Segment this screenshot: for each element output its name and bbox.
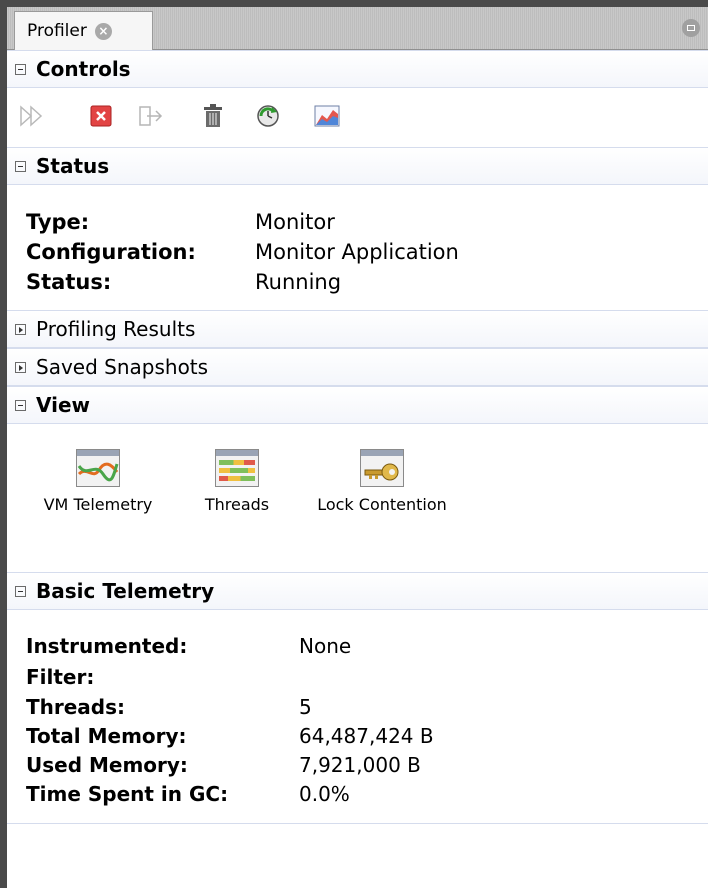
section-title: Profiling Results: [36, 317, 196, 341]
telemetry-used-memory-value: 7,921,000 B: [299, 753, 421, 777]
view-item-label: Threads: [204, 495, 270, 514]
view-item-label: Lock Contention: [317, 495, 447, 514]
collapse-icon[interactable]: [15, 160, 26, 172]
profiler-panel: Controls Status Type: Monitor Configurat…: [7, 50, 708, 824]
section-title: Saved Snapshots: [36, 355, 209, 379]
section-basic-telemetry-header[interactable]: Basic Telemetry: [7, 572, 708, 610]
view-vm-telemetry[interactable]: VM Telemetry: [23, 449, 173, 514]
status-type-label: Type:: [26, 210, 90, 234]
basic-telemetry-panel: Instrumented: None Filter: Threads: 5 To…: [7, 610, 708, 824]
section-title: Controls: [36, 57, 131, 81]
telemetry-threads-value: 5: [299, 695, 312, 719]
key-icon: [360, 449, 404, 487]
telemetry-instrumented-value: None: [299, 634, 352, 658]
telemetry-threads-label: Threads:: [26, 695, 126, 719]
view-threads[interactable]: Threads: [192, 449, 282, 514]
section-saved-snapshots-header[interactable]: Saved Snapshots: [7, 348, 708, 386]
status-configuration-value: Monitor Application: [255, 240, 459, 264]
expand-icon[interactable]: [15, 361, 26, 373]
section-title: Status: [36, 154, 110, 178]
status-status-value: Running: [255, 270, 342, 294]
telemetry-filter-label: Filter:: [26, 665, 95, 689]
status-configuration-label: Configuration:: [26, 240, 196, 264]
view-panel: VM Telemetry Threads Lock Contention: [7, 424, 708, 572]
tab-profiler[interactable]: Profiler ×: [14, 11, 153, 50]
status-type-value: Monitor: [255, 210, 335, 234]
view-item-label: VM Telemetry: [43, 495, 153, 514]
section-status-header[interactable]: Status: [7, 147, 708, 185]
telemetry-used-memory-label: Used Memory:: [26, 753, 188, 777]
expand-icon[interactable]: [15, 323, 26, 335]
vm-telemetry-chart-icon[interactable]: [313, 102, 341, 130]
stop-icon[interactable]: [87, 102, 115, 130]
telemetry-total-memory-value: 64,487,424 B: [299, 724, 434, 748]
status-status-label: Status:: [26, 270, 112, 294]
telemetry-instrumented-label: Instrumented:: [26, 634, 188, 658]
rerun-profiling-icon[interactable]: [19, 102, 47, 130]
window-frame-top: [0, 0, 708, 7]
section-profiling-results-header[interactable]: Profiling Results: [7, 310, 708, 348]
detach-icon[interactable]: [137, 102, 165, 130]
close-icon[interactable]: ×: [94, 22, 112, 40]
threads-icon: [215, 449, 259, 487]
collapse-icon[interactable]: [15, 585, 26, 597]
maximize-icon[interactable]: [682, 19, 700, 37]
controls-toolbar: [7, 88, 708, 147]
vm-telemetry-icon: [76, 449, 120, 487]
telemetry-gc-time-label: Time Spent in GC:: [26, 782, 229, 806]
reset-results-icon[interactable]: [254, 102, 282, 130]
trash-icon[interactable]: [199, 102, 227, 130]
tab-label: Profiler: [27, 21, 87, 41]
telemetry-gc-time-value: 0.0%: [299, 782, 350, 806]
status-panel: Type: Monitor Configuration: Monitor App…: [7, 185, 708, 310]
collapse-icon[interactable]: [15, 63, 26, 75]
collapse-icon[interactable]: [15, 399, 26, 411]
section-view-header[interactable]: View: [7, 386, 708, 424]
section-controls-header[interactable]: Controls: [7, 50, 708, 88]
view-lock-contention[interactable]: Lock Contention: [297, 449, 467, 514]
tab-bar: Profiler ×: [7, 7, 708, 50]
window-frame-left: [0, 0, 7, 888]
telemetry-total-memory-label: Total Memory:: [26, 724, 187, 748]
section-title: View: [36, 393, 91, 417]
section-title: Basic Telemetry: [36, 579, 215, 603]
